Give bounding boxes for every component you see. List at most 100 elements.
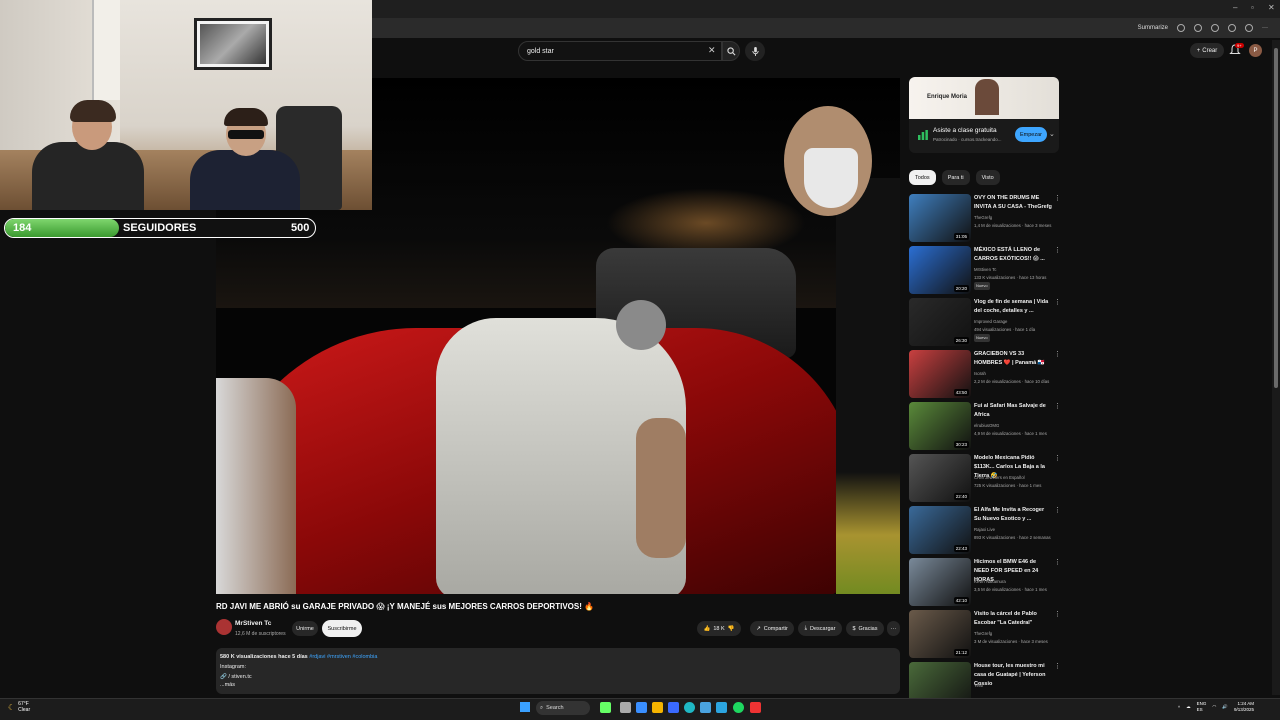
app-icon-3[interactable] — [700, 702, 711, 713]
recommendation-thumbnail[interactable]: 42:10 — [909, 558, 971, 606]
recommendation-item[interactable]: 30:23 Fui al Safari Mas Salvaje de Africa… — [909, 402, 1061, 450]
recommendation-thumbnail[interactable]: 31:05 — [909, 194, 971, 242]
join-button[interactable]: Unirme — [292, 621, 318, 636]
channel-name[interactable]: MrStiven Tc — [235, 620, 271, 627]
recommendation-item[interactable]: 22:43 El Alfa Me Invita a Recoger Su Nuev… — [909, 506, 1061, 554]
maximize-icon[interactable]: ▫ — [1251, 3, 1254, 12]
recommendation-thumbnail[interactable]: 22:40 — [909, 454, 971, 502]
favorites-icon[interactable] — [1228, 24, 1236, 32]
chevron-down-icon[interactable]: ⌄ — [1049, 130, 1055, 138]
more-options-icon[interactable]: ⋮ — [1054, 558, 1061, 566]
app-icon-2[interactable] — [668, 702, 679, 713]
channel-avatar[interactable] — [216, 619, 232, 635]
recommendation-channel[interactable]: Improved Garage — [974, 318, 1058, 326]
telegram-icon[interactable] — [716, 702, 727, 713]
recommendation-item[interactable]: 26:30 Vlog de fin de semana | Vida del co… — [909, 298, 1061, 346]
search-button[interactable] — [722, 41, 740, 61]
more-options-icon[interactable]: ⋮ — [1054, 246, 1061, 254]
language-indicator[interactable]: ENG ES — [1197, 701, 1207, 713]
chip-para-ti[interactable]: Para ti — [941, 170, 970, 185]
recommendation-thumbnail[interactable]: 43:50 — [909, 350, 971, 398]
thanks-button[interactable]: $ Gracias — [846, 621, 884, 636]
star-icon[interactable] — [1194, 24, 1202, 32]
app-icon-1[interactable] — [636, 702, 647, 713]
recommendation-channel[interactable]: Isorah — [974, 370, 1058, 378]
more-actions-button[interactable]: ··· — [887, 621, 900, 636]
show-more-link[interactable]: ...más — [220, 680, 896, 690]
recommendation-thumbnail[interactable]: 22:43 — [909, 506, 971, 554]
more-options-icon[interactable]: ⋮ — [1054, 610, 1061, 618]
more-options-icon[interactable]: ⋮ — [1054, 506, 1061, 514]
voice-search-button[interactable] — [745, 41, 765, 61]
recommendation-channel[interactable]: elrubiusOMG — [974, 422, 1058, 430]
recommendation-title[interactable]: Vlog de fin de semana | Vida del coche, … — [974, 298, 1052, 316]
summarize-button[interactable]: Summarize — [1138, 25, 1168, 31]
recommendation-title[interactable]: El Alfa Me Invita a Recoger Su Nuevo Exo… — [974, 506, 1052, 524]
recommendation-item[interactable]: 43:50 GRACIEBON VS 33 HOMBRES ❤️ | Panamá… — [909, 350, 1061, 398]
account-avatar[interactable]: P — [1249, 44, 1262, 57]
recommendation-item[interactable]: 21:12 Visito la cárcel de Pablo Escobar "… — [909, 610, 1061, 658]
profile-icon[interactable] — [1245, 24, 1253, 32]
more-options-icon[interactable]: ⋮ — [1054, 350, 1061, 358]
recommendation-thumbnail[interactable]: 21:12 — [909, 610, 971, 658]
more-options-icon[interactable]: ⋮ — [1054, 402, 1061, 410]
browser-menu-icon[interactable]: ··· — [1262, 25, 1268, 31]
spotify-icon[interactable] — [733, 702, 744, 713]
close-window-icon[interactable]: ✕ — [1268, 3, 1275, 12]
taskbar-search[interactable]: ⌕ Search — [536, 701, 590, 715]
recommendation-channel[interactable]: Kevin Nakamura — [974, 578, 1058, 586]
more-options-icon[interactable]: ⋮ — [1054, 662, 1061, 670]
recommendation-channel[interactable]: Rajaxi Live — [974, 526, 1058, 534]
recommendation-thumbnail[interactable]: 20:20 — [909, 246, 971, 294]
extensions-icon[interactable] — [1211, 24, 1219, 32]
download-button[interactable]: ⤓ Descargar — [798, 621, 842, 636]
minimize-icon[interactable]: – — [1233, 3, 1237, 12]
clock[interactable]: 1:24 AM 9/13/2025 — [1234, 701, 1254, 713]
more-options-icon[interactable]: ⋮ — [1054, 454, 1061, 462]
translate-icon[interactable] — [1177, 24, 1185, 32]
scrollbar-thumb[interactable] — [1274, 48, 1278, 388]
more-options-icon[interactable]: ⋮ — [1054, 194, 1061, 202]
file-explorer-icon[interactable] — [652, 702, 663, 713]
recommendation-title[interactable]: OVY ON THE DRUMS ME INVITA A SU CASA - T… — [974, 194, 1052, 212]
edge-browser-icon[interactable] — [684, 702, 695, 713]
recommendation-thumbnail[interactable]: 30:23 — [909, 402, 971, 450]
recommendation-channel[interactable]: Yefsi — [974, 682, 1058, 690]
windows-start-icon[interactable] — [520, 702, 530, 712]
recommendation-item[interactable]: 20:20 MÉXICO ESTÁ LLENO de CARROS EXÓTICO… — [909, 246, 1061, 294]
tray-app-icon[interactable]: ☁ — [1186, 704, 1191, 710]
hashtags[interactable]: #rdjavi #mrstiven #colombia — [309, 654, 377, 660]
chip-todos[interactable]: Todos — [909, 170, 936, 185]
recommendation-title[interactable]: Visito la cárcel de Pablo Escobar "La Ca… — [974, 610, 1052, 628]
recommendation-item[interactable]: 22:40 Modelo Mexicana Pidió $113K... Carl… — [909, 454, 1061, 502]
recommendation-title[interactable]: GRACIEBON VS 33 HOMBRES ❤️ | Panamá 🇵🇦 — [974, 350, 1052, 368]
more-options-icon[interactable]: ⋮ — [1054, 298, 1061, 306]
video-description[interactable]: 580 K visualizaciones hace 5 días #rdjav… — [216, 648, 900, 694]
chip-visto[interactable]: Visto — [975, 170, 1000, 185]
ad-cta-button[interactable]: Empezar — [1015, 127, 1047, 142]
wifi-icon[interactable]: ◠ — [1212, 704, 1216, 710]
clear-search-icon[interactable]: ✕ — [708, 45, 716, 56]
recommendation-channel[interactable]: TheGrefg — [974, 214, 1058, 222]
search-input[interactable]: gold star — [518, 41, 722, 61]
like-dislike-button[interactable]: 👍 18 K 👎 — [697, 621, 741, 636]
recommendation-channel[interactable]: CRM Jewelers en Español — [974, 474, 1058, 482]
subscribe-button[interactable]: Suscribirme — [322, 620, 362, 637]
recommendation-thumbnail[interactable]: 26:30 — [909, 298, 971, 346]
recommendation-channel[interactable]: MrStiven Tc — [974, 266, 1058, 274]
recommendation-channel[interactable]: TheGrefg — [974, 630, 1058, 638]
recommendation-item[interactable]: 31:05 OVY ON THE DRUMS ME INVITA A SU CAS… — [909, 194, 1061, 242]
widgets-app-icon[interactable] — [600, 702, 611, 713]
recommendation-title[interactable]: MÉXICO ESTÁ LLENO de CARROS EXÓTICOS!! 😱… — [974, 246, 1052, 264]
weather-widget[interactable]: ☾ 67°F Clear — [8, 701, 30, 713]
share-button[interactable]: ↗ Compartir — [750, 621, 794, 636]
sponsored-ad-card[interactable]: Enrique Moria Asiste a clase gratuita Pa… — [909, 77, 1059, 153]
volume-icon[interactable]: 🔊 — [1222, 704, 1228, 710]
create-button[interactable]: + Crear — [1190, 43, 1224, 58]
tray-chevron-icon[interactable]: ^ — [1178, 705, 1180, 710]
task-view-icon[interactable] — [620, 702, 631, 713]
app-icon-4[interactable] — [750, 702, 761, 713]
recommendation-title[interactable]: Fui al Safari Mas Salvaje de Africa — [974, 402, 1052, 420]
recommendation-item[interactable]: 42:10 Hicimos el BMW E46 de NEED FOR SPEE… — [909, 558, 1061, 606]
description-line: Instagram: — [220, 664, 246, 670]
